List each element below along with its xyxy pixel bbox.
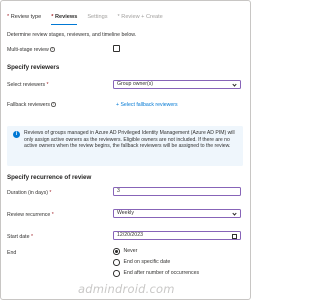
info-icon: i bbox=[13, 131, 20, 138]
section-specify-recurrence: Specify recurrence of review bbox=[7, 174, 92, 181]
tab-review-create[interactable]: * Review + Create bbox=[118, 14, 163, 25]
end-after-occurrences-option[interactable]: End after number of occurrences bbox=[113, 270, 199, 277]
tab-review-type[interactable]: * Review type bbox=[7, 14, 41, 25]
radio-button[interactable] bbox=[113, 270, 120, 277]
tab-label: Review type bbox=[10, 14, 42, 20]
wizard-tabs: * Review type * Reviews Settings * Revie… bbox=[7, 14, 163, 25]
chevron-down-icon bbox=[232, 82, 237, 87]
info-notice: i Reviews of groups managed in Azure AD … bbox=[7, 126, 243, 166]
review-recurrence-label: Review recurrence * bbox=[7, 212, 54, 218]
radio-button[interactable] bbox=[113, 248, 120, 255]
select-reviewers-dropdown[interactable]: Group owner(s) bbox=[113, 80, 241, 89]
section-specify-reviewers: Specify reviewers bbox=[7, 64, 60, 71]
tab-label: Reviews bbox=[54, 14, 78, 20]
tab-label: Review + Create bbox=[121, 14, 163, 20]
select-fallback-reviewers-link[interactable]: + Select fallback reviewers bbox=[116, 102, 178, 108]
tab-reviews[interactable]: * Reviews bbox=[51, 14, 78, 25]
end-never-option[interactable]: Never bbox=[113, 248, 137, 255]
tab-label: Settings bbox=[87, 14, 108, 20]
review-recurrence-value: Weekly bbox=[117, 210, 134, 216]
calendar-icon[interactable] bbox=[232, 233, 237, 239]
review-recurrence-dropdown[interactable]: Weekly bbox=[113, 209, 241, 218]
end-label: End bbox=[7, 250, 17, 256]
info-icon[interactable]: i bbox=[50, 47, 55, 52]
multistage-checkbox[interactable] bbox=[113, 45, 120, 52]
info-icon[interactable]: i bbox=[51, 102, 56, 107]
multistage-label: Multi-stage review i bbox=[7, 47, 55, 53]
notice-text: Reviews of groups managed in Azure AD Pr… bbox=[24, 130, 235, 150]
fallback-reviewers-label: Fallback reviewers i bbox=[7, 102, 56, 108]
chevron-down-icon bbox=[232, 211, 237, 216]
select-reviewers-label: Select reviewers * bbox=[7, 82, 49, 88]
start-date-input[interactable]: 12/20/2023 bbox=[113, 231, 241, 240]
duration-label: Duration (in days) * bbox=[7, 190, 52, 196]
watermark: admindroid.com bbox=[78, 282, 175, 296]
end-on-date-option[interactable]: End on specific date bbox=[113, 259, 170, 266]
radio-button[interactable] bbox=[113, 259, 120, 266]
duration-input[interactable]: 3 bbox=[113, 187, 241, 196]
page-description: Determine review stages, reviewers, and … bbox=[7, 32, 137, 38]
start-date-label: Start date * bbox=[7, 234, 33, 240]
select-reviewers-value: Group owner(s) bbox=[117, 81, 154, 87]
tab-settings[interactable]: Settings bbox=[87, 14, 107, 25]
